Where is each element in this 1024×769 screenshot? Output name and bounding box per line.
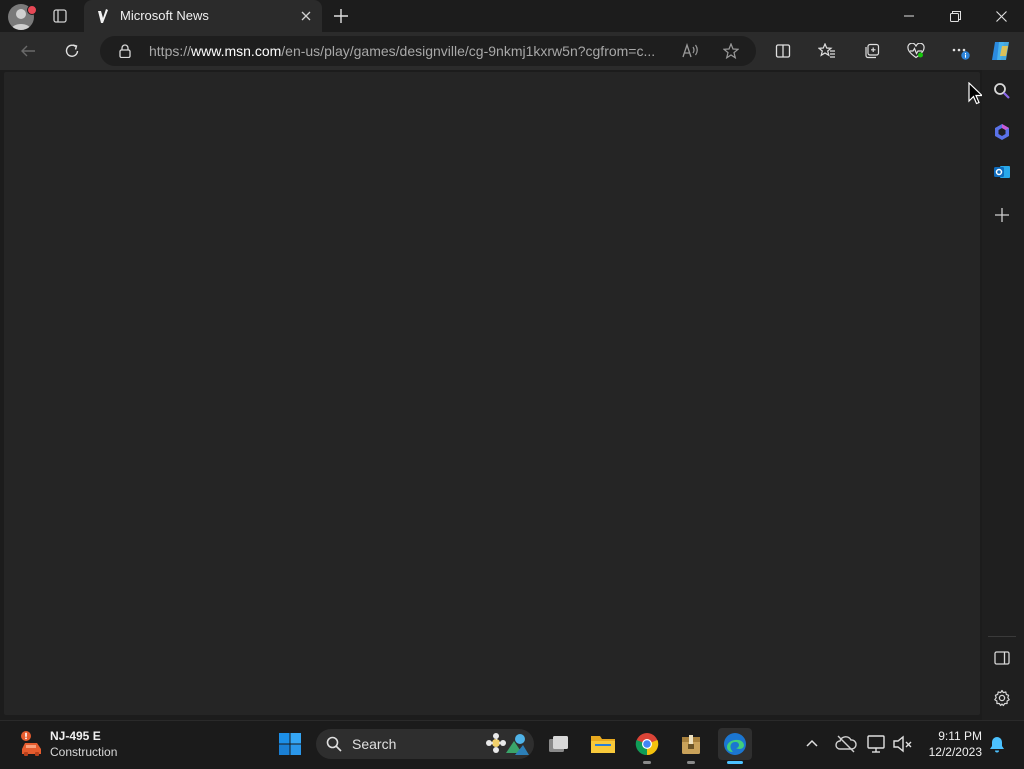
url-path: /en-us/play/games/designville/cg-9nkmj1k… bbox=[281, 43, 656, 59]
back-arrow-icon[interactable] bbox=[16, 39, 40, 63]
task-view-icon[interactable] bbox=[542, 728, 576, 760]
clock-date[interactable]: 12/2/2023 bbox=[918, 745, 982, 759]
sidebar-settings-gear-icon[interactable] bbox=[990, 686, 1014, 710]
notification-bell-icon[interactable] bbox=[988, 735, 1006, 753]
archive-running-indicator bbox=[687, 761, 695, 764]
refresh-icon[interactable] bbox=[60, 39, 84, 63]
search-icon[interactable] bbox=[990, 79, 1014, 103]
favorite-star-icon[interactable] bbox=[719, 39, 743, 63]
web-page-content[interactable] bbox=[4, 72, 980, 715]
msn-favicon-icon bbox=[96, 8, 110, 24]
copilot-icon[interactable] bbox=[989, 39, 1013, 63]
profile-notification-dot bbox=[27, 5, 37, 15]
browser-essentials-icon[interactable] bbox=[904, 39, 928, 63]
onedrive-offline-icon[interactable] bbox=[835, 734, 857, 754]
chrome-running-indicator bbox=[643, 761, 651, 764]
restore-button[interactable] bbox=[932, 0, 978, 32]
hide-sidebar-icon[interactable] bbox=[990, 646, 1014, 670]
read-aloud-icon[interactable] bbox=[679, 39, 703, 63]
chrome-icon[interactable] bbox=[630, 728, 664, 760]
edge-icon[interactable] bbox=[718, 728, 752, 760]
url-domain: www.msn.com bbox=[191, 43, 282, 59]
more-options-icon[interactable] bbox=[948, 39, 972, 63]
close-tab-icon[interactable] bbox=[298, 8, 314, 24]
collections-icon[interactable] bbox=[860, 39, 884, 63]
url-text[interactable]: https://www.msn.com/en-us/play/games/des… bbox=[149, 43, 669, 59]
lock-icon[interactable] bbox=[113, 39, 137, 63]
widget-subtitle[interactable]: Construction bbox=[50, 745, 117, 759]
traffic-car-icon[interactable] bbox=[18, 730, 46, 758]
network-icon[interactable] bbox=[866, 734, 888, 754]
minimize-button[interactable] bbox=[886, 0, 932, 32]
widget-title[interactable]: NJ-495 E bbox=[50, 729, 101, 743]
close-window-button[interactable] bbox=[978, 0, 1024, 32]
windows-start-icon[interactable] bbox=[278, 732, 302, 756]
tab-actions-icon[interactable] bbox=[46, 4, 74, 28]
file-explorer-icon[interactable] bbox=[586, 728, 620, 760]
edge-active-indicator bbox=[727, 761, 743, 764]
split-screen-icon[interactable] bbox=[771, 39, 795, 63]
add-sidebar-app-icon[interactable] bbox=[990, 203, 1014, 227]
search-highlight-icon bbox=[484, 731, 530, 757]
url-prefix: https:// bbox=[149, 43, 192, 59]
clock-time[interactable]: 9:11 PM bbox=[930, 729, 982, 743]
outlook-icon[interactable] bbox=[990, 160, 1014, 184]
taskbar-search-label: Search bbox=[352, 736, 397, 752]
favorites-icon[interactable] bbox=[815, 39, 839, 63]
new-tab-button[interactable] bbox=[330, 4, 352, 28]
sidebar-divider bbox=[988, 636, 1016, 637]
volume-muted-icon[interactable] bbox=[892, 734, 914, 754]
copilot-sidebar-icon[interactable] bbox=[990, 120, 1014, 144]
taskbar-search-icon bbox=[326, 736, 342, 752]
show-hidden-icons-chevron-up-icon[interactable] bbox=[803, 736, 821, 752]
archive-app-icon[interactable] bbox=[674, 728, 708, 760]
tab-title: Microsoft News bbox=[120, 8, 209, 23]
